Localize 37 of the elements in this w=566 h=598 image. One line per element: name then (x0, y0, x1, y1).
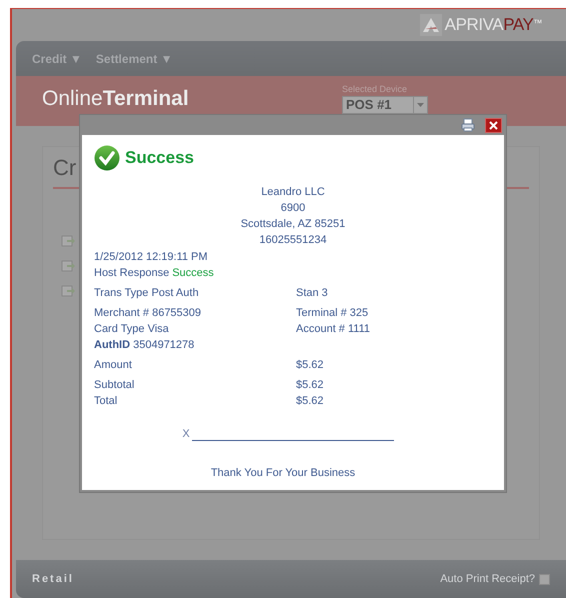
close-button[interactable] (485, 118, 502, 132)
merchant-info: Scottsdale, AZ 85251 (240, 217, 346, 231)
receipt-field: Total (94, 394, 296, 408)
panel-heading: Cr (53, 155, 76, 181)
receipt-field: $5.62 (296, 394, 324, 408)
field-label: Host Response (94, 266, 170, 280)
logo-icon (420, 14, 442, 36)
receipt-field: $5.62 (296, 378, 324, 392)
merchant-info: Leandro LLC (261, 185, 325, 199)
status-value: Success (172, 266, 214, 280)
merchant-info: 16025551234 (259, 233, 327, 247)
receipt-field: Trans Type Post Auth (94, 286, 296, 300)
menu-item[interactable]: Credit ▼ (32, 50, 82, 68)
merchant-info: 6900 (280, 201, 306, 215)
app-logo: OnlineTerminal (42, 87, 189, 111)
receipt-field: Account # 1111 (296, 322, 370, 336)
checkbox-label: Auto Print Receipt? (440, 572, 535, 587)
transaction-date: 1/25/2012 12:19:11 PM (94, 250, 209, 264)
menu-item[interactable]: Settlement ▼ (96, 50, 172, 68)
receipt-field: $5.62 (296, 358, 324, 372)
receipt-field: Terminal # 325 (296, 306, 368, 320)
print-icon[interactable] (461, 118, 475, 132)
receipt-field: Merchant # 86755309 (94, 306, 296, 320)
check-circle-icon (94, 145, 120, 171)
device-select[interactable]: POS #1 (342, 96, 428, 114)
receipt-field: Subtotal (94, 378, 296, 392)
auto-print-checkbox[interactable] (539, 574, 550, 584)
receipt-field: AuthID 3504971278 (94, 338, 296, 352)
receipt-field: Amount (94, 358, 296, 372)
brand-logo: APRIVAPAY$^{™}$ (444, 14, 542, 36)
signature-mark: X (182, 427, 190, 442)
receipt-field: Card Type Visa (94, 322, 296, 336)
receipt-footer: Thank You For Your Business (94, 464, 492, 481)
close-icon (489, 120, 498, 130)
dialog-title: Success (125, 147, 194, 170)
section-label: Retail (32, 572, 74, 587)
receipt-field: Stan 3 (296, 286, 328, 300)
